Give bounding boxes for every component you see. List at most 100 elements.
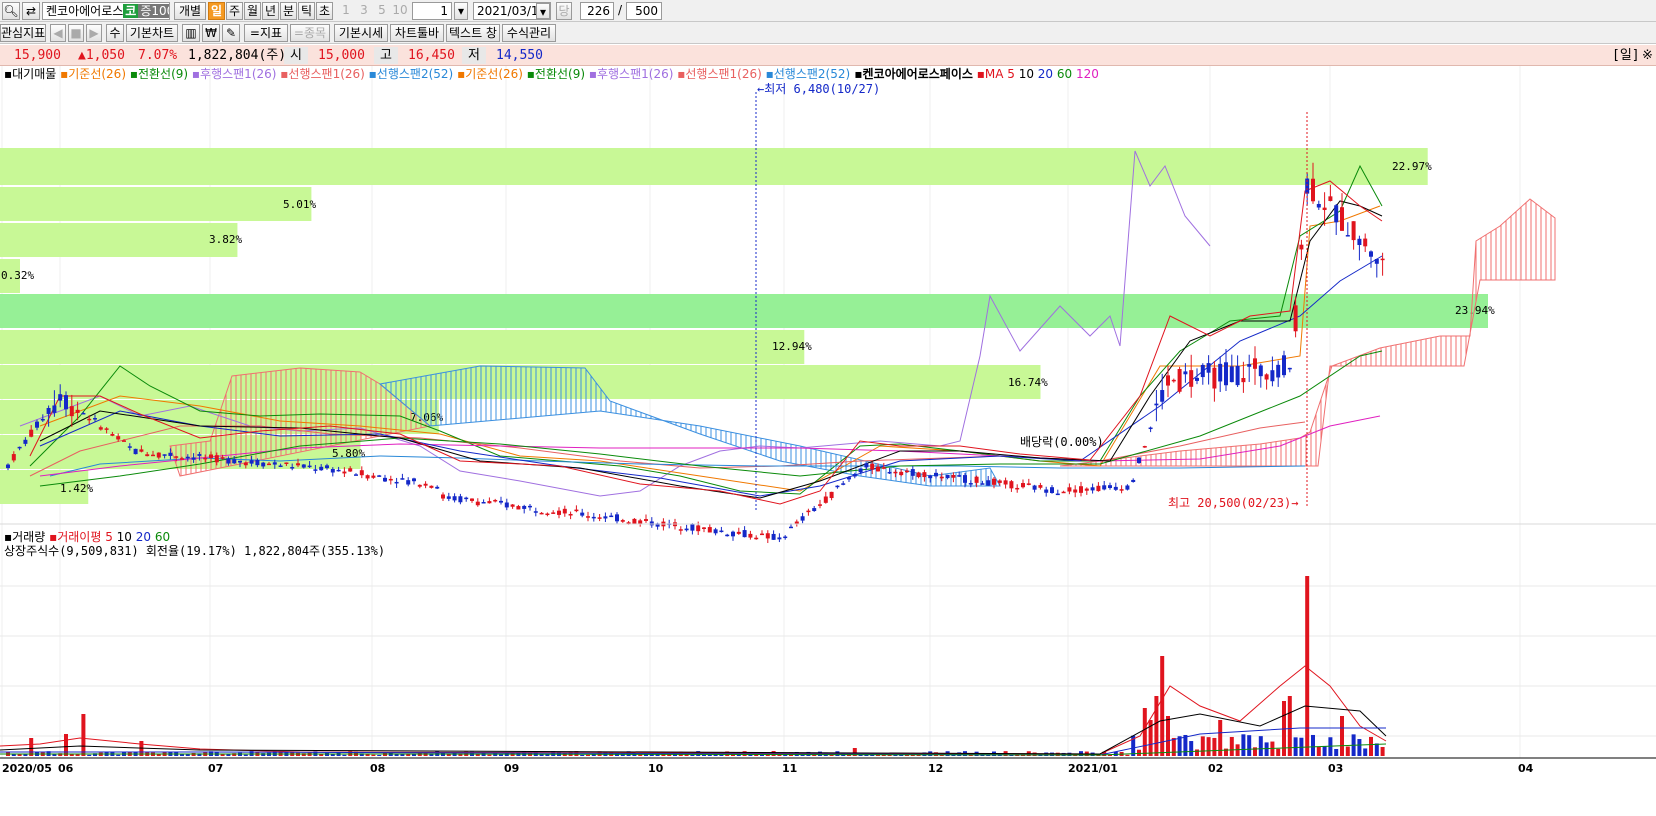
minute-unit-10[interactable]: 10 <box>390 2 410 20</box>
candle <box>603 512 608 523</box>
x-tick-8: 2021/01 <box>1068 762 1118 775</box>
sub-toolbar: 관심지표 ◀ ■ ▶ 수 기본차트 ▥ ₩ ✎ =지표 =종목 기본시세 차트툴바 … <box>0 22 1656 44</box>
candle-body <box>963 475 967 483</box>
individual-button[interactable]: 개별 <box>174 2 206 20</box>
chart-toolbar-button[interactable]: 차트툴바 <box>390 24 444 42</box>
date-dropdown-icon[interactable]: ▾ <box>536 3 550 19</box>
text-window-button[interactable]: 텍스트 창 <box>446 24 500 42</box>
wrench-icon[interactable]: ✎ <box>222 24 240 42</box>
candle-body <box>238 460 242 463</box>
candle <box>829 491 834 501</box>
volume-bar <box>394 754 399 756</box>
candle-body <box>98 427 103 430</box>
candle-body <box>1241 378 1246 383</box>
candle-icon[interactable]: ▥ <box>182 24 200 42</box>
candle <box>1224 349 1228 392</box>
settings-icon[interactable]: ※ <box>1642 47 1653 64</box>
minute-unit-5[interactable]: 5 <box>374 2 390 20</box>
su-button[interactable]: 수 <box>106 24 124 42</box>
candle-body <box>156 452 161 458</box>
total-input[interactable]: 500 <box>626 2 662 20</box>
volume-ma-20: 20 <box>132 530 151 544</box>
volume-bar <box>1258 736 1263 756</box>
period-tab-3[interactable]: 년 <box>262 2 279 20</box>
minute-unit-3[interactable]: 3 <box>356 2 372 20</box>
candle-body <box>829 491 834 499</box>
period-tab-0[interactable]: 일 <box>208 2 225 20</box>
volume-bar <box>1247 735 1252 756</box>
candle <box>533 507 538 517</box>
candle <box>713 527 718 536</box>
today-button[interactable]: 당 <box>556 2 572 20</box>
candle-body <box>562 508 567 514</box>
profile-label-6: 16.74% <box>1008 376 1048 389</box>
candle <box>748 530 753 540</box>
candle-body <box>1206 363 1211 373</box>
minute-unit-1[interactable]: 1 <box>338 2 354 20</box>
nav-button-2[interactable]: ▶ <box>86 24 102 42</box>
formula-button[interactable]: 수식관리 <box>502 24 556 42</box>
candle <box>597 514 602 522</box>
watch-indicator-button[interactable]: 관심지표 <box>0 24 46 42</box>
candle <box>365 474 370 481</box>
period-tab-5[interactable]: 틱 <box>298 2 315 20</box>
legend-ma-5: 5 <box>1003 67 1014 81</box>
item-button[interactable]: =종목 <box>290 24 330 42</box>
open-price: 15,000 <box>318 48 365 63</box>
candle <box>1322 192 1327 226</box>
period-tab-6[interactable]: 초 <box>316 2 333 20</box>
candle <box>504 498 509 511</box>
candle-body <box>40 419 45 421</box>
candle <box>800 512 805 524</box>
volume-bar <box>1137 749 1141 756</box>
candle-body <box>922 472 927 478</box>
volume-bar <box>499 754 503 756</box>
volume-ma-60: 60 <box>151 530 170 544</box>
stock-name-input[interactable]: 켄코아에어로스코증100 <box>42 2 170 20</box>
candle-body <box>899 471 904 476</box>
candle <box>823 491 828 504</box>
volume-bar <box>1189 741 1194 756</box>
candle-body <box>812 508 817 511</box>
basic-quote-button[interactable]: 기본시세 <box>334 24 388 42</box>
search-icon[interactable]: 🔍︎ <box>2 2 20 20</box>
legend-item-4: ▪선행스팬1(26) <box>276 66 364 81</box>
nav-button-0[interactable]: ◀ <box>50 24 66 42</box>
candle-body <box>243 462 248 466</box>
period-tab-4[interactable]: 분 <box>280 2 297 20</box>
nav-button-1[interactable]: ■ <box>68 24 84 42</box>
x-tick-11: 04 <box>1518 762 1534 775</box>
count-slash: / <box>617 3 623 17</box>
low-label: 저 <box>462 47 486 64</box>
candle <box>458 493 463 505</box>
legend-text: ▪대기매물 ▪기준선(26) ▪전환선(9) ▪후행스팬1(26) ▪선행스팬1… <box>4 66 1099 81</box>
candle <box>1363 233 1368 252</box>
period-indicator[interactable]: [일] <box>1612 47 1640 64</box>
candle-body <box>1253 358 1257 369</box>
candle-body <box>783 536 788 539</box>
unit-input[interactable]: 1 <box>412 2 452 20</box>
unit-dropdown-icon[interactable]: ▾ <box>454 2 468 20</box>
volume-legend-label: ▪거래량 <box>4 530 45 544</box>
candle <box>464 496 469 502</box>
volume-bar <box>1212 737 1217 756</box>
refresh-icon[interactable]: ⇄ <box>22 2 40 20</box>
price-chart[interactable]: 22.97%5.01%3.82%0.32%23.94%12.94%16.74%7… <box>0 66 1656 816</box>
candle-body <box>696 525 701 532</box>
candle-body <box>806 510 811 513</box>
volume-bar <box>342 754 347 756</box>
basic-chart-button[interactable]: 기본차트 <box>126 24 178 42</box>
count-input[interactable]: 226 <box>580 2 614 20</box>
candle <box>539 512 544 515</box>
candle <box>1229 354 1234 383</box>
period-tab-2[interactable]: 월 <box>244 2 261 20</box>
indicator-button[interactable]: =지표 <box>244 24 288 42</box>
candle-body <box>23 439 28 444</box>
candle-body <box>145 454 150 457</box>
candle-body <box>1270 370 1275 382</box>
candle-body <box>383 477 387 482</box>
candle-body <box>928 475 933 479</box>
period-tab-1[interactable]: 주 <box>226 2 243 20</box>
candle <box>1154 389 1159 422</box>
won-icon[interactable]: ₩ <box>202 24 220 42</box>
